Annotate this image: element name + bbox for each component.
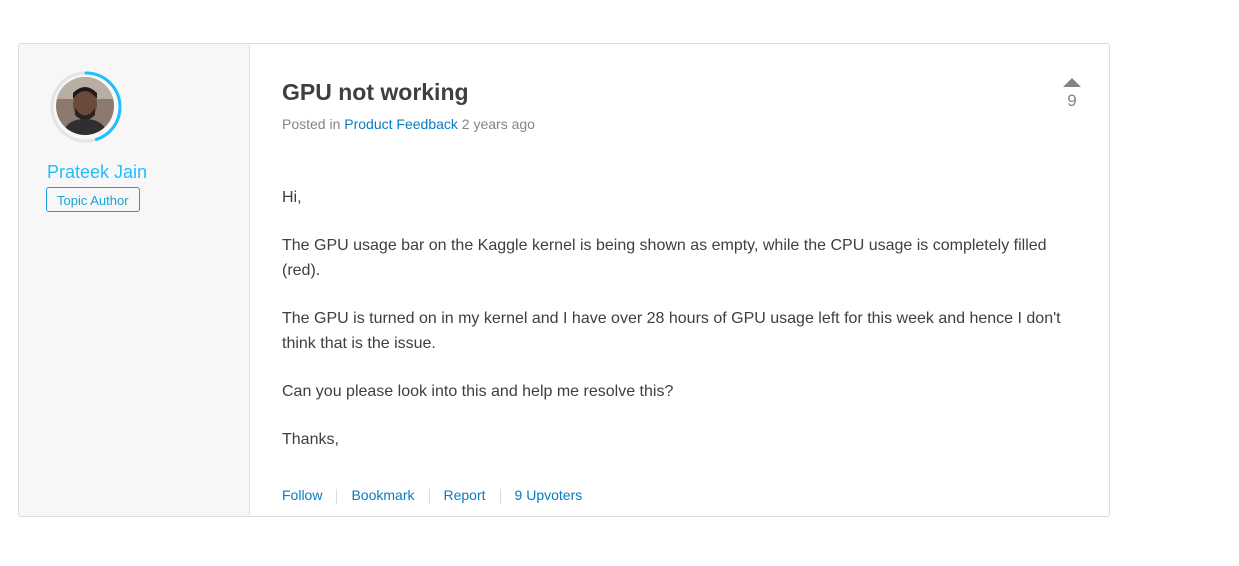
follow-link[interactable]: Follow — [282, 487, 322, 503]
vote-count: 9 — [1067, 91, 1077, 110]
post-title: GPU not working — [282, 79, 469, 105]
author-sidebar: Prateek Jain Topic Author — [19, 44, 250, 516]
body-paragraph: Hi, — [282, 189, 302, 206]
topic-author-badge: Topic Author — [46, 187, 140, 212]
avatar[interactable] — [49, 70, 123, 144]
avatar-photo — [56, 77, 114, 135]
report-link[interactable]: Report — [444, 487, 486, 503]
vote-widget: 9 — [1052, 78, 1092, 111]
category-link[interactable]: Product Feedback — [344, 116, 458, 132]
bookmark-link[interactable]: Bookmark — [351, 487, 414, 503]
body-paragraph: Can you please look into this and help m… — [282, 383, 674, 400]
body-paragraph: The GPU is turned on in my kernel and I … — [282, 310, 1061, 352]
post-meta: Posted in Product Feedback 2 years ago — [282, 116, 535, 132]
post-time: 2 years ago — [461, 116, 535, 132]
meta-prefix: Posted in — [282, 116, 341, 132]
action-divider — [428, 488, 430, 504]
topic-card: Prateek Jain Topic Author GPU not workin… — [18, 43, 1110, 517]
upvoters-link[interactable]: 9 Upvoters — [515, 487, 583, 503]
post-body: Hi, The GPU usage bar on the Kaggle kern… — [282, 185, 1082, 475]
body-paragraph: The GPU usage bar on the Kaggle kernel i… — [282, 237, 1047, 279]
body-paragraph: Thanks, — [282, 431, 339, 448]
author-name-link[interactable]: Prateek Jain — [47, 162, 147, 183]
post-actions: Follow Bookmark Report 9 Upvoters — [282, 487, 582, 504]
post-main: GPU not working Posted in Product Feedba… — [282, 44, 1109, 516]
action-divider — [499, 488, 501, 504]
action-divider — [336, 488, 338, 504]
upvote-arrow-icon[interactable] — [1063, 78, 1081, 87]
